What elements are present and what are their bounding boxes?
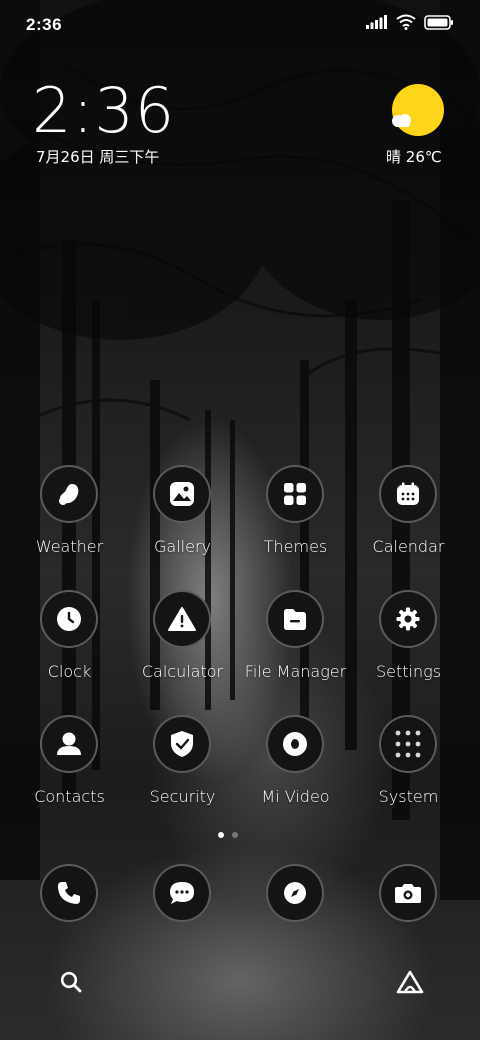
app-file-manager[interactable]: File Manager [240, 590, 353, 690]
sun-icon [392, 84, 444, 136]
status-bar: 2:36 [0, 0, 480, 50]
page-indicator[interactable] [218, 832, 238, 838]
security-icon [153, 715, 211, 773]
app-settings[interactable]: Settings [353, 590, 466, 690]
app-folder-system[interactable]: System [353, 715, 466, 815]
gallery-icon [153, 465, 211, 523]
dock-messages[interactable] [127, 864, 240, 926]
app-label: Mi Video [261, 787, 330, 806]
app-label: Security [149, 787, 216, 806]
weather-icon [40, 465, 98, 523]
battery-icon [424, 14, 453, 30]
phone-icon [40, 864, 98, 922]
app-label: Settings [375, 662, 442, 681]
app-calendar[interactable]: Calendar [353, 465, 466, 565]
app-label: Calendar [372, 537, 445, 556]
app-gallery[interactable]: Gallery [127, 465, 240, 565]
wifi-icon [396, 14, 416, 30]
app-clock[interactable]: Clock [14, 590, 127, 690]
messages-icon [153, 864, 211, 922]
weather-condition: 晴 [386, 148, 402, 166]
dock-camera[interactable] [353, 864, 466, 926]
cloud-icon [392, 114, 411, 127]
app-label: Clock [47, 662, 92, 681]
app-label: Contacts [34, 787, 105, 806]
clock-icon [40, 590, 98, 648]
app-label: System [378, 787, 439, 806]
page-dot[interactable] [232, 832, 238, 838]
file-manager-icon [266, 590, 324, 648]
app-vault-icon [396, 970, 424, 994]
settings-icon [379, 590, 437, 648]
app-themes[interactable]: Themes [240, 465, 353, 565]
contacts-icon [40, 715, 98, 773]
app-calculator[interactable]: Calculator [127, 590, 240, 690]
app-label: Calculator [141, 662, 224, 681]
clock-widget-time[interactable]: 2:36 [32, 74, 175, 147]
weather-widget[interactable]: 晴 26℃ [386, 82, 450, 172]
app-vault-button[interactable] [390, 962, 430, 1002]
app-label: Gallery [154, 537, 211, 556]
clock-widget-date[interactable]: 7月26日 周三下午 [36, 146, 159, 167]
calendar-icon [379, 465, 437, 523]
app-contacts[interactable]: Contacts [14, 715, 127, 815]
calculator-icon [153, 590, 211, 648]
folder-icon [379, 715, 437, 773]
search-button[interactable] [51, 962, 91, 1002]
weather-temperature: 26℃ [405, 148, 442, 166]
dock-browser[interactable] [240, 864, 353, 926]
app-label: File Manager [244, 662, 347, 681]
camera-icon [379, 864, 437, 922]
weather-summary: 晴 26℃ [386, 146, 442, 167]
themes-icon [266, 465, 324, 523]
status-icons [366, 14, 454, 30]
app-label: Weather [35, 537, 104, 556]
search-icon [60, 971, 82, 993]
app-security[interactable]: Security [127, 715, 240, 815]
mi-video-icon [266, 715, 324, 773]
dock-phone[interactable] [14, 864, 127, 926]
app-weather[interactable]: Weather [14, 465, 127, 565]
page-dot-active[interactable] [218, 832, 224, 838]
app-mi-video[interactable]: Mi Video [240, 715, 353, 815]
status-time: 2:36 [26, 15, 63, 34]
app-label: Themes [263, 537, 328, 556]
signal-icon [366, 15, 387, 29]
browser-icon [266, 864, 324, 922]
